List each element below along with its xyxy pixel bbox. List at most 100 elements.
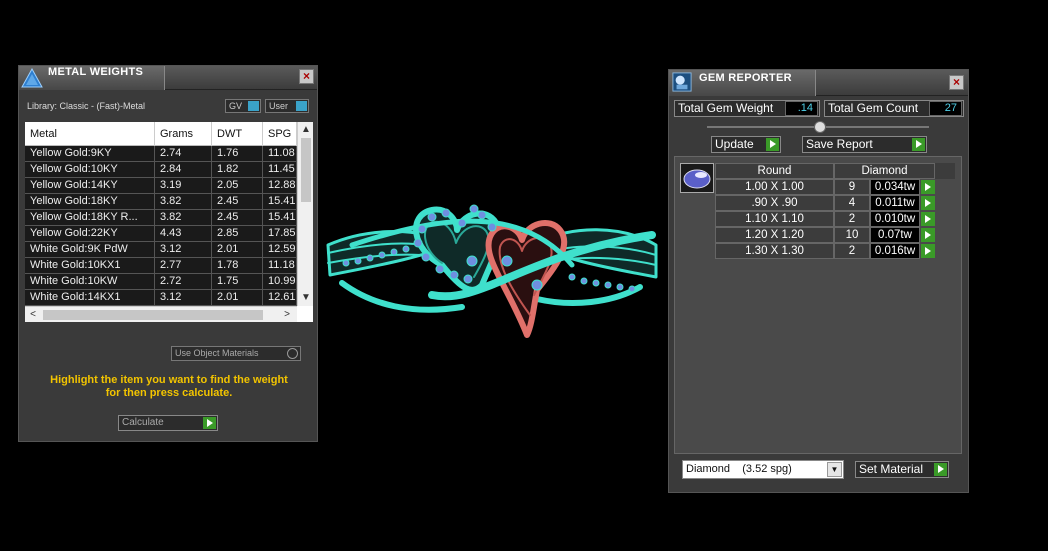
instruction-text: Highlight the item you want to find the … bbox=[29, 374, 309, 400]
gem-reporter-logo-icon bbox=[672, 72, 692, 92]
spg-cell: 11.08 bbox=[263, 146, 297, 162]
use-object-materials-toggle[interactable]: Use Object Materials bbox=[171, 346, 301, 361]
metal-table: Metal Grams DWT SPG Yellow Gold:9KY 2.74 1… bbox=[25, 122, 313, 322]
gem-count-cell: 2 bbox=[834, 243, 870, 259]
spg-cell: 11.18 bbox=[263, 258, 297, 274]
play-arrow-icon[interactable] bbox=[921, 180, 935, 194]
table-row[interactable]: Yellow Gold:22KY 4.43 2.85 17.85 bbox=[25, 226, 297, 242]
gem-row[interactable]: 1.30 X 1.30 2 0.016tw bbox=[715, 243, 955, 259]
update-button[interactable]: Update bbox=[711, 136, 781, 153]
gem-reporter-titlebar[interactable]: GEM REPORTER × bbox=[669, 70, 968, 96]
vertical-scrollbar[interactable]: ▲ ▼ bbox=[297, 122, 313, 306]
column-header-spg[interactable]: SPG bbox=[263, 122, 297, 146]
table-row[interactable]: Yellow Gold:10KY 2.84 1.82 11.45 bbox=[25, 162, 297, 178]
metal-table-body: Yellow Gold:9KY 2.74 1.76 11.08 Yellow Gold:… bbox=[25, 146, 297, 306]
grams-cell: 3.82 bbox=[155, 210, 212, 226]
gem-weight-cell: 0.010tw bbox=[870, 211, 920, 227]
gem-row[interactable]: 1.00 X 1.00 9 0.034tw bbox=[715, 179, 955, 195]
vertical-scroll-thumb[interactable] bbox=[301, 138, 311, 202]
dwt-cell: 1.76 bbox=[212, 146, 263, 162]
gem-count-cell: 9 bbox=[834, 179, 870, 195]
gem-shape-thumbnail[interactable] bbox=[680, 163, 714, 193]
table-row[interactable]: Yellow Gold:9KY 2.74 1.76 11.08 bbox=[25, 146, 297, 162]
gem-weight-cell: 0.07tw bbox=[870, 227, 920, 243]
spg-cell: 12.59 bbox=[263, 242, 297, 258]
scroll-up-icon[interactable]: ▲ bbox=[298, 122, 314, 138]
metal-weights-titlebar[interactable]: METAL WEIGHTS × bbox=[19, 66, 317, 90]
spg-cell: 12.88 bbox=[263, 178, 297, 194]
gem-row[interactable]: 1.10 X 1.10 2 0.010tw bbox=[715, 211, 955, 227]
radio-toggle-icon bbox=[287, 348, 298, 359]
table-row[interactable]: White Gold:9K PdW 3.12 2.01 12.59 bbox=[25, 242, 297, 258]
ring-3d-viewport[interactable] bbox=[322, 195, 662, 350]
scroll-left-icon[interactable]: < bbox=[25, 307, 41, 323]
play-arrow-icon[interactable] bbox=[921, 196, 935, 210]
grams-cell: 2.77 bbox=[155, 258, 212, 274]
play-arrow-icon[interactable] bbox=[921, 244, 935, 258]
close-icon[interactable]: × bbox=[949, 75, 964, 90]
play-arrow-icon[interactable] bbox=[921, 228, 935, 242]
dwt-cell: 2.85 bbox=[212, 226, 263, 242]
material-select[interactable]: Diamond (3.52 spg) ▼ bbox=[682, 460, 844, 479]
set-material-button[interactable]: Set Material bbox=[855, 461, 949, 478]
table-row[interactable]: Yellow Gold:18KY R... 3.82 2.45 15.41 bbox=[25, 210, 297, 226]
gem-row[interactable]: .90 X .90 4 0.011tw bbox=[715, 195, 955, 211]
app-logo-icon bbox=[21, 68, 43, 88]
metal-name-cell: Yellow Gold:18KY bbox=[25, 194, 155, 210]
play-arrow-icon bbox=[934, 463, 947, 476]
save-report-button[interactable]: Save Report bbox=[802, 136, 927, 153]
grams-cell: 4.43 bbox=[155, 226, 212, 242]
table-row[interactable]: Yellow Gold:14KY 3.19 2.05 12.88 bbox=[25, 178, 297, 194]
grams-cell: 3.12 bbox=[155, 290, 212, 306]
calculate-label: Calculate bbox=[122, 417, 164, 428]
play-arrow-icon[interactable] bbox=[921, 212, 935, 226]
horizontal-scrollbar[interactable]: < > bbox=[25, 306, 297, 322]
gem-size-cell: 1.00 X 1.00 bbox=[715, 179, 834, 195]
table-row[interactable]: Yellow Gold:18KY 3.82 2.45 15.41 bbox=[25, 194, 297, 210]
gem-count-cell: 2 bbox=[834, 211, 870, 227]
gv-toggle[interactable]: GV bbox=[225, 99, 261, 113]
table-row[interactable]: White Gold:10KX1 2.77 1.78 11.18 bbox=[25, 258, 297, 274]
metal-name-cell: Yellow Gold:9KY bbox=[25, 146, 155, 162]
set-material-label: Set Material bbox=[859, 462, 924, 476]
gem-size-cell: 1.10 X 1.10 bbox=[715, 211, 834, 227]
total-gem-weight-value: .14 bbox=[785, 101, 818, 116]
dwt-cell: 2.01 bbox=[212, 242, 263, 258]
dwt-cell: 2.01 bbox=[212, 290, 263, 306]
grams-cell: 3.19 bbox=[155, 178, 212, 194]
spg-cell: 17.85 bbox=[263, 226, 297, 242]
gem-size-cell: 1.20 X 1.20 bbox=[715, 227, 834, 243]
user-toggle-indicator bbox=[296, 101, 307, 111]
metal-name-cell: White Gold:10KW bbox=[25, 274, 155, 290]
instruction-line-2: for then press calculate. bbox=[105, 387, 233, 399]
gem-row[interactable]: 1.20 X 1.20 10 0.07tw bbox=[715, 227, 955, 243]
play-arrow-icon bbox=[912, 138, 925, 151]
horizontal-scroll-thumb[interactable] bbox=[43, 310, 263, 320]
user-toggle[interactable]: User bbox=[265, 99, 309, 113]
user-label: User bbox=[269, 101, 289, 111]
spg-cell: 15.41 bbox=[263, 210, 297, 226]
dwt-cell: 1.75 bbox=[212, 274, 263, 290]
metal-name-cell: Yellow Gold:14KY bbox=[25, 178, 155, 194]
library-label: Library: Classic - (Fast)-Metal bbox=[27, 101, 146, 111]
table-row[interactable]: White Gold:14KX1 3.12 2.01 12.61 bbox=[25, 290, 297, 306]
gem-table: Round Diamond 1.00 X 1.00 9 0.034tw .90 X .… bbox=[715, 163, 955, 259]
gem-weight-cell: 0.011tw bbox=[870, 195, 920, 211]
spg-cell: 10.99 bbox=[263, 274, 297, 290]
column-header-metal[interactable]: Metal bbox=[25, 122, 155, 146]
close-icon[interactable]: × bbox=[299, 69, 314, 84]
gem-table-body: 1.00 X 1.00 9 0.034tw .90 X .90 4 0.011tw 1.10… bbox=[715, 179, 955, 259]
spg-cell: 11.45 bbox=[263, 162, 297, 178]
metal-name-cell: Yellow Gold:22KY bbox=[25, 226, 155, 242]
scroll-right-icon[interactable]: > bbox=[279, 307, 295, 323]
scroll-down-icon[interactable]: ▼ bbox=[298, 290, 314, 306]
column-header-grams[interactable]: Grams bbox=[155, 122, 212, 146]
slider-handle[interactable] bbox=[814, 121, 826, 133]
table-row[interactable]: White Gold:10KW 2.72 1.75 10.99 bbox=[25, 274, 297, 290]
metal-name-cell: White Gold:10KX1 bbox=[25, 258, 155, 274]
grams-cell: 2.84 bbox=[155, 162, 212, 178]
column-header-dwt[interactable]: DWT bbox=[212, 122, 263, 146]
calculate-button[interactable]: Calculate bbox=[118, 415, 218, 431]
gem-table-header: Round Diamond bbox=[715, 163, 955, 179]
chevron-down-icon[interactable]: ▼ bbox=[827, 462, 842, 477]
